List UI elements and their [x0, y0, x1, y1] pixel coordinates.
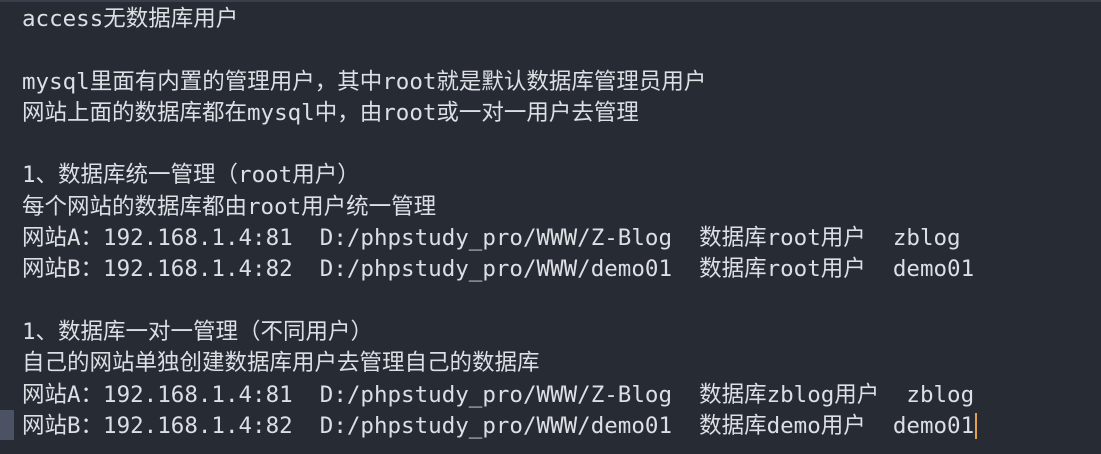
current-line-gutter-marker	[0, 410, 14, 440]
editor-line-14[interactable]: 网站B：192.168.1.4:82 D:/phpstudy_pro/WWW/d…	[22, 411, 1101, 442]
editor-line-5[interactable]	[22, 129, 1101, 160]
text-editor[interactable]: access无数据库用户 mysql里面有内置的管理用户，其中root就是默认数…	[0, 0, 1101, 454]
editor-line-7[interactable]: 每个网站的数据库都由root用户统一管理	[22, 192, 1101, 223]
editor-line-2[interactable]	[22, 35, 1101, 66]
editor-line-10[interactable]	[22, 286, 1101, 317]
text-cursor	[975, 413, 978, 440]
editor-line-4[interactable]: 网站上面的数据库都在mysql中，由root或一对一用户去管理	[22, 98, 1101, 129]
editor-top-border	[0, 0, 1101, 2]
editor-line-3[interactable]: mysql里面有内置的管理用户，其中root就是默认数据库管理员用户	[22, 67, 1101, 98]
editor-line-11[interactable]: 1、数据库一对一管理（不同用户）	[22, 317, 1101, 348]
editor-line-1[interactable]: access无数据库用户	[22, 4, 1101, 35]
editor-line-14-text: 网站B：192.168.1.4:82 D:/phpstudy_pro/WWW/d…	[22, 412, 975, 439]
editor-line-6[interactable]: 1、数据库统一管理（root用户）	[22, 160, 1101, 191]
editor-line-13[interactable]: 网站A：192.168.1.4:81 D:/phpstudy_pro/WWW/Z…	[22, 380, 1101, 411]
editor-line-9[interactable]: 网站B：192.168.1.4:82 D:/phpstudy_pro/WWW/d…	[22, 254, 1101, 285]
editor-line-8[interactable]: 网站A：192.168.1.4:81 D:/phpstudy_pro/WWW/Z…	[22, 223, 1101, 254]
editor-line-12[interactable]: 自己的网站单独创建数据库用户去管理自己的数据库	[22, 348, 1101, 379]
